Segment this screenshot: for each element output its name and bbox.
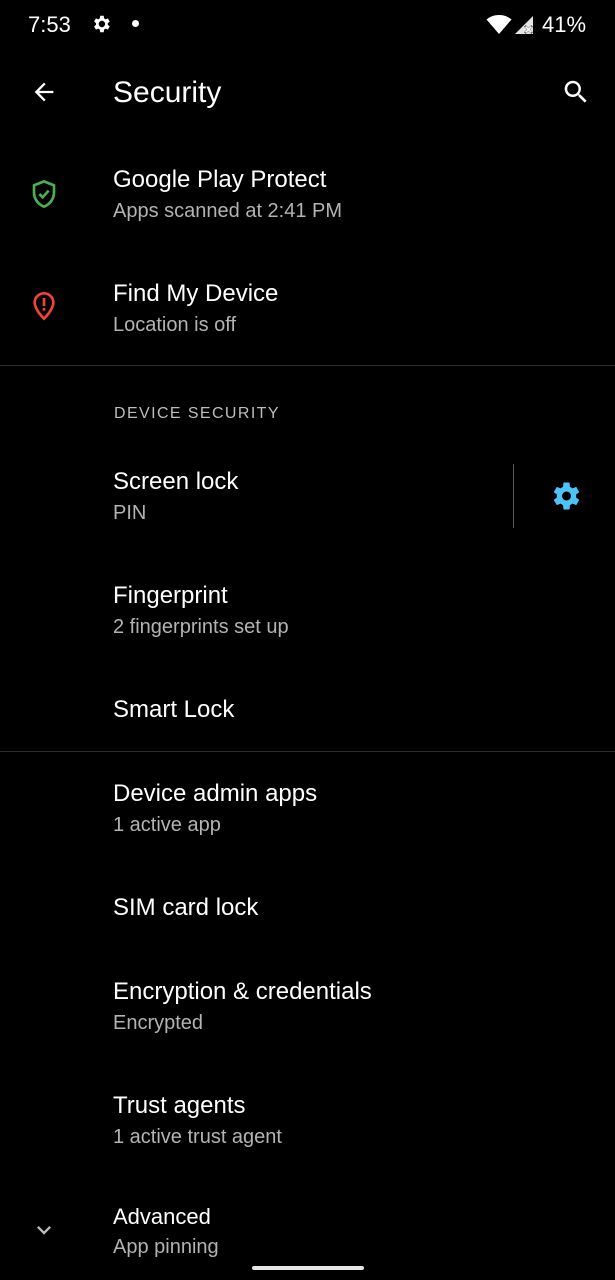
item-summary: 1 active app: [113, 814, 221, 836]
settings-notification-icon: [90, 13, 112, 35]
chevron-down-icon: [30, 1216, 62, 1248]
battery-percentage: 41%: [542, 12, 587, 37]
search-button[interactable]: [554, 72, 598, 116]
item-summary: 1 active trust agent: [113, 1126, 282, 1148]
sim-card-lock-item[interactable]: SIM card lock: [0, 878, 615, 942]
item-title: Smart Lock: [113, 696, 235, 723]
arrow-back-icon: [30, 78, 58, 111]
gear-icon: [547, 482, 583, 518]
item-title: Fingerprint: [113, 582, 228, 609]
item-summary: Apps scanned at 2:41 PM: [113, 200, 343, 222]
item-summary: Location is off: [113, 314, 237, 336]
app-bar: Security: [0, 52, 615, 136]
status-time: 7:53: [28, 12, 71, 37]
search-icon: [561, 77, 591, 112]
advanced-item[interactable]: Advanced App pinning: [0, 1190, 615, 1270]
item-summary: 2 fingerprints set up: [113, 616, 289, 638]
item-summary: Encrypted: [113, 1012, 204, 1034]
status-bar: 7:53 41%: [0, 0, 615, 52]
back-button[interactable]: [22, 72, 66, 116]
google-play-protect-item[interactable]: Google Play Protect Apps scanned at 2:41…: [0, 150, 615, 246]
item-title: Advanced: [113, 1204, 211, 1229]
wifi-icon: [486, 13, 512, 35]
location-alert-icon: [28, 290, 60, 322]
trust-agents-item[interactable]: Trust agents 1 active trust agent: [0, 1076, 615, 1172]
divider: [0, 751, 615, 752]
shield-check-icon: [28, 178, 60, 210]
notification-dot-icon: [132, 20, 139, 27]
vertical-divider: [513, 464, 514, 528]
item-title: Google Play Protect: [113, 166, 327, 193]
item-summary: App pinning: [113, 1236, 219, 1258]
fingerprint-item[interactable]: Fingerprint 2 fingerprints set up: [0, 566, 615, 662]
item-title: SIM card lock: [113, 894, 259, 921]
encryption-credentials-item[interactable]: Encryption & credentials Encrypted: [0, 962, 615, 1058]
section-header-device-security: DEVICE SECURITY: [114, 405, 280, 422]
item-title: Screen lock: [113, 468, 239, 495]
screen-lock-settings-button[interactable]: [547, 478, 583, 514]
item-title: Trust agents: [113, 1092, 246, 1119]
find-my-device-item[interactable]: Find My Device Location is off: [0, 264, 615, 360]
gesture-navigation-handle[interactable]: [252, 1266, 364, 1270]
item-summary: PIN: [113, 502, 147, 524]
item-title: Find My Device: [113, 280, 279, 307]
cell-signal-icon: [513, 14, 535, 36]
item-title: Encryption & credentials: [113, 978, 372, 1005]
page-title: Security: [113, 76, 222, 109]
smart-lock-item[interactable]: Smart Lock: [0, 680, 615, 744]
device-admin-apps-item[interactable]: Device admin apps 1 active app: [0, 764, 615, 860]
item-title: Device admin apps: [113, 780, 318, 807]
screen-lock-item[interactable]: Screen lock PIN: [0, 452, 615, 548]
divider: [0, 365, 615, 366]
